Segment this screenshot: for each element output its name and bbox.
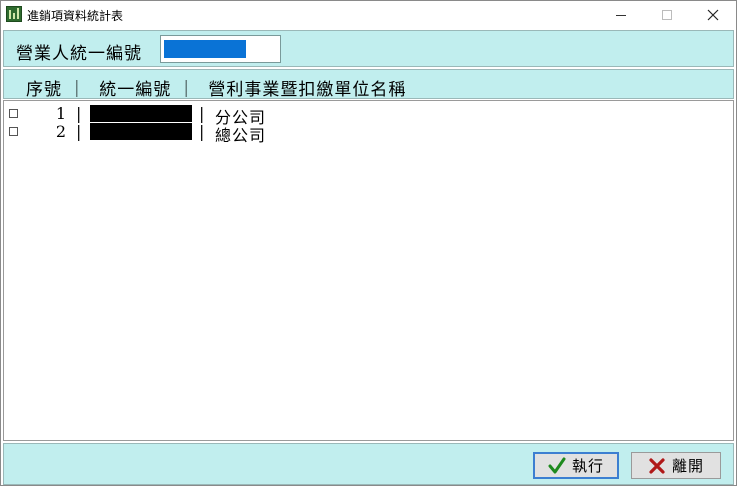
maximize-icon <box>662 10 672 20</box>
exit-label: 離開 <box>671 457 704 475</box>
app-chart-icon <box>6 6 22 22</box>
minimize-icon <box>616 14 626 16</box>
list-header-text: 序號 ｜ 統一編號 ｜ 營利事業暨扣繳單位名稱 <box>26 80 407 100</box>
maximize-button[interactable] <box>644 1 690 29</box>
row-separator: | <box>76 122 82 141</box>
list-item[interactable]: 2 | | 總公司 <box>4 122 733 145</box>
report-window: 進銷項資料統計表 營業人統一編號 序號 ｜ 統一編號 ｜ 營利事業暨扣繳單位名稱… <box>0 0 737 486</box>
action-bar: 執行 離開 <box>3 443 734 485</box>
checkmark-icon <box>548 457 566 475</box>
row-checkbox[interactable] <box>9 127 18 136</box>
row-seq: 1 <box>55 104 66 123</box>
execute-label: 執行 <box>571 457 604 475</box>
row-separator: | <box>76 104 82 123</box>
row-seq: 2 <box>55 122 66 141</box>
redacted-tax-id <box>90 123 192 140</box>
tax-id-selected-text <box>164 40 246 58</box>
row-checkbox[interactable] <box>9 109 18 118</box>
close-button[interactable] <box>690 1 736 29</box>
row-company-name: 總公司 <box>215 126 267 145</box>
title-bar[interactable]: 進銷項資料統計表 <box>1 1 736 29</box>
x-mark-icon <box>648 457 666 475</box>
execute-button[interactable]: 執行 <box>533 452 619 479</box>
list-header: 序號 ｜ 統一編號 ｜ 營利事業暨扣繳單位名稱 <box>3 69 734 100</box>
close-icon <box>707 9 719 21</box>
row-separator: | <box>199 104 205 123</box>
row-separator: | <box>199 122 205 141</box>
company-list[interactable]: 1 | | 分公司 2 | | 總公司 <box>3 100 734 441</box>
tax-id-label: 營業人統一編號 <box>16 44 142 64</box>
list-item[interactable]: 1 | | 分公司 <box>4 104 733 127</box>
minimize-button[interactable] <box>598 1 644 29</box>
window-title: 進銷項資料統計表 <box>27 9 124 23</box>
redacted-tax-id <box>90 105 192 122</box>
filter-panel: 營業人統一編號 <box>3 30 734 67</box>
exit-button[interactable]: 離開 <box>631 452 721 479</box>
tax-id-input[interactable] <box>160 35 281 63</box>
